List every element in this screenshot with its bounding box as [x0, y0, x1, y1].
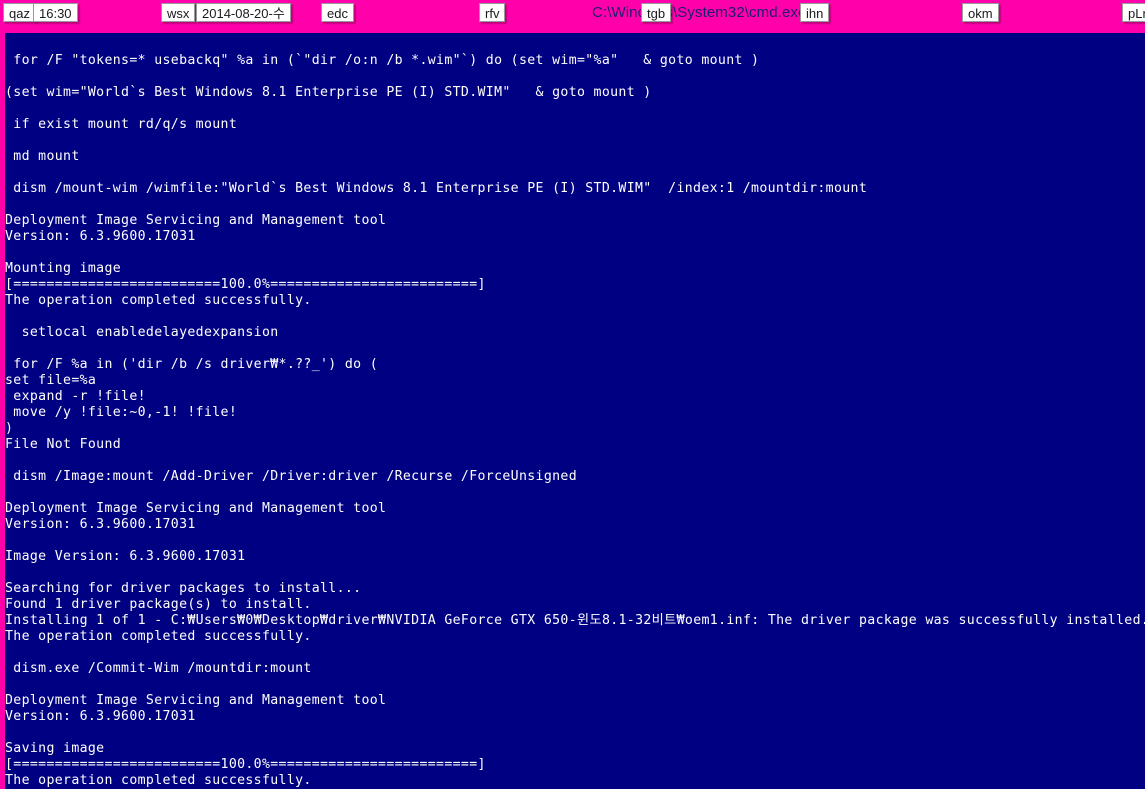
hint-chip-rfv[interactable]: rfv [479, 3, 506, 22]
hint-chip-edc[interactable]: edc [321, 3, 354, 22]
hint-chip-2014-08-20[interactable]: 2014-08-20-수 [196, 3, 291, 22]
hint-chip-okm[interactable]: okm [962, 3, 999, 22]
console-client-area[interactable]: for /F "tokens=* usebackq" %a in (`"dir … [5, 33, 1145, 789]
hint-chip-16-30[interactable]: 16:30 [33, 3, 78, 22]
desktop-screen: C:\Windows\System32\cmd.exe for /F "toke… [0, 0, 1145, 789]
hint-chip-qaz[interactable]: qaz [3, 3, 36, 22]
hint-chip-ihn[interactable]: ihn [800, 3, 830, 22]
console-output-text: for /F "tokens=* usebackq" %a in (`"dir … [5, 53, 1145, 788]
window-title-text: C:\Windows\System32\cmd.exe [592, 4, 807, 21]
hint-chip-plm[interactable]: pLm [1122, 3, 1145, 22]
hint-chip-tgb[interactable]: tgb [641, 3, 672, 22]
hint-chip-wsx[interactable]: wsx [161, 3, 196, 22]
